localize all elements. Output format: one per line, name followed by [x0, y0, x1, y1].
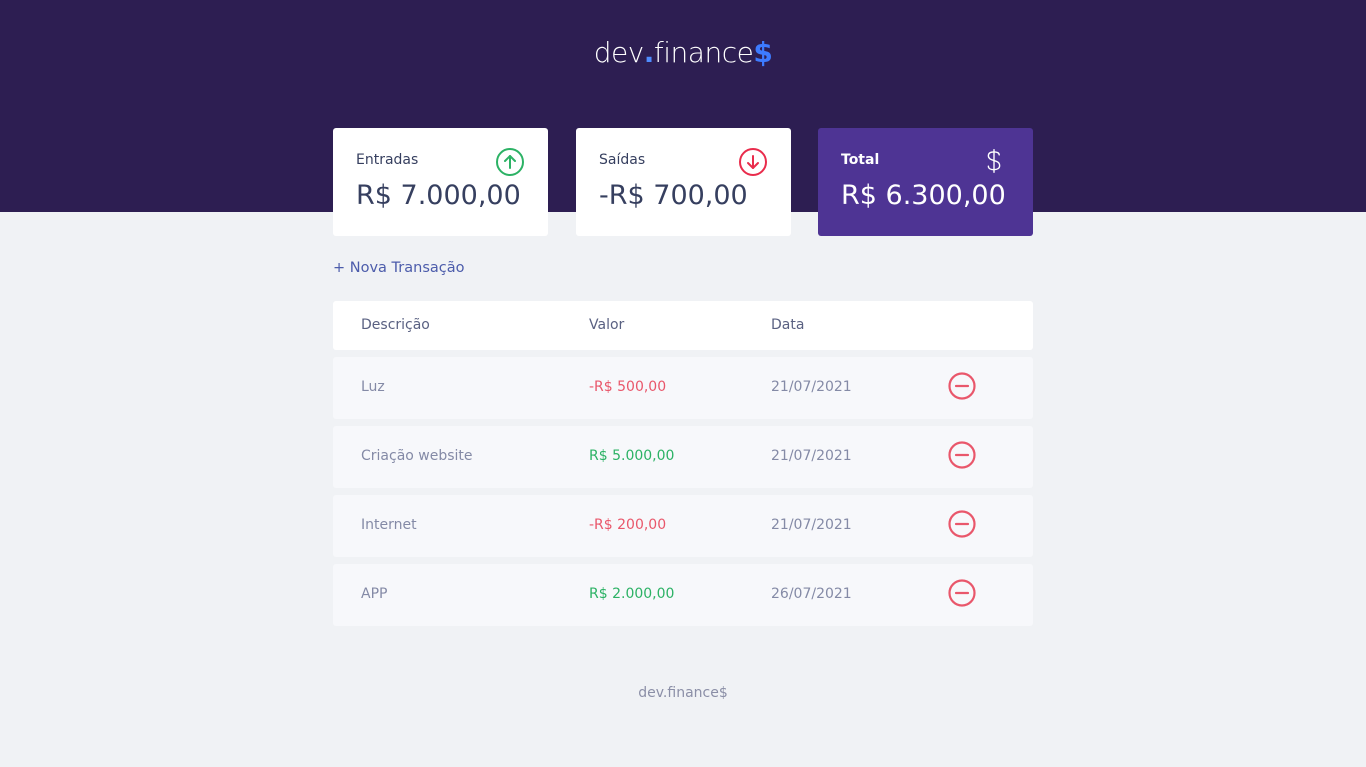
- row-date: 26/07/2021: [771, 586, 852, 602]
- header-amount: Valor: [589, 317, 625, 333]
- row-amount: -R$ 500,00: [589, 379, 667, 395]
- minus-circle-icon[interactable]: [947, 371, 977, 401]
- income-card-value: R$ 7.000,00: [356, 180, 521, 211]
- row-amount: R$ 5.000,00: [589, 448, 675, 464]
- minus-circle-icon[interactable]: [947, 578, 977, 608]
- arrow-down-circle-icon: [739, 148, 767, 176]
- row-date: 21/07/2021: [771, 448, 852, 464]
- table-row: Internet -R$ 200,00 21/07/2021: [333, 495, 1033, 557]
- minus-circle-icon[interactable]: [947, 509, 977, 539]
- logo-rest-text: finance: [653, 36, 754, 69]
- row-description: Luz: [361, 379, 385, 395]
- row-date: 21/07/2021: [771, 517, 852, 533]
- row-date: 21/07/2021: [771, 379, 852, 395]
- transactions-table: Descrição Valor Data Luz -R$ 500,00 21/0…: [333, 301, 1033, 626]
- row-description: Criação website: [361, 448, 473, 464]
- row-description: APP: [361, 586, 388, 602]
- logo-main-text: dev: [593, 36, 645, 69]
- footer-text: dev.finance$: [638, 685, 728, 701]
- logo-dollar: $: [753, 36, 773, 69]
- minus-circle-icon[interactable]: [947, 440, 977, 470]
- header-date: Data: [771, 317, 805, 333]
- header-description: Descrição: [361, 317, 430, 333]
- table-row: Luz -R$ 500,00 21/07/2021: [333, 357, 1033, 419]
- table-row: Criação website R$ 5.000,00 21/07/2021: [333, 426, 1033, 488]
- logo: dev.finance$: [0, 36, 1366, 69]
- row-amount: -R$ 200,00: [589, 517, 667, 533]
- table-header: Descrição Valor Data: [333, 301, 1033, 350]
- total-card-value: R$ 6.300,00: [841, 180, 1006, 211]
- row-description: Internet: [361, 517, 417, 533]
- expense-card-value: -R$ 700,00: [599, 180, 748, 211]
- arrow-up-circle-icon: [496, 148, 524, 176]
- logo-dot: .: [643, 36, 655, 69]
- row-amount: R$ 2.000,00: [589, 586, 675, 602]
- new-transaction-link[interactable]: + Nova Transação: [333, 260, 464, 276]
- table-row: APP R$ 2.000,00 26/07/2021: [333, 564, 1033, 626]
- total-card: Total R$ 6.300,00: [818, 128, 1033, 236]
- expense-card: Saídas -R$ 700,00: [576, 128, 791, 236]
- dollar-sign-icon: [987, 149, 1001, 173]
- income-card: Entradas R$ 7.000,00: [333, 128, 548, 236]
